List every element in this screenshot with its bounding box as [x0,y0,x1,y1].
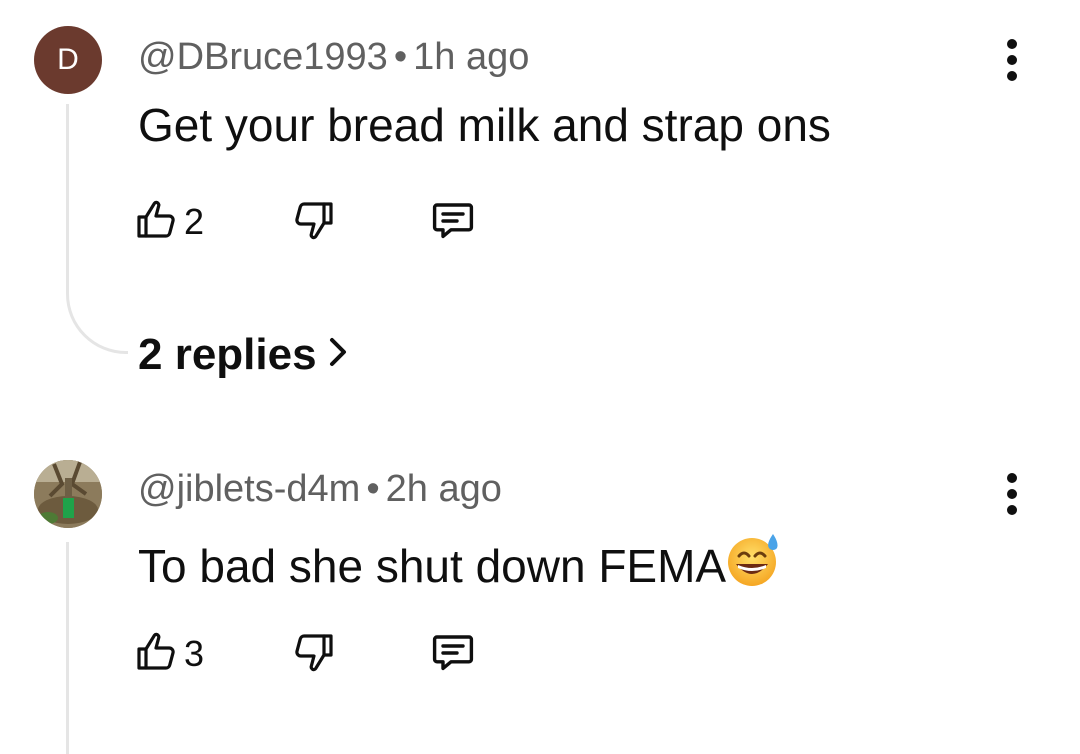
comment: D @DBruce1993 • 1h ago Get your bread milk… [0,0,1080,420]
thumbs-down-icon [290,196,338,249]
avatar[interactable] [34,460,102,528]
comment-icon [428,196,478,249]
username[interactable]: @jiblets-d4m [138,468,360,510]
reply-button[interactable] [428,626,478,682]
chevron-right-icon [317,330,349,380]
thumbs-up-icon [132,628,180,681]
thread-line [66,104,69,294]
timestamp: 2h ago [385,468,502,510]
more-options-icon[interactable] [996,464,1028,524]
like-button[interactable]: 2 [132,196,204,249]
comment-icon [428,628,478,681]
comment-actions: 2 [132,194,474,250]
more-options-icon[interactable] [996,30,1028,90]
thumbs-up-icon [132,196,180,249]
comment-actions: 3 [132,626,474,682]
dislike-button[interactable] [290,626,338,682]
comment-header: @jiblets-d4m • 2h ago [138,468,502,511]
reply-button[interactable] [428,194,478,250]
tree-photo-icon [34,460,102,528]
separator: • [393,36,408,78]
separator: • [366,468,380,510]
dislike-button[interactable] [290,194,338,250]
comment-body: To bad she shut down FEMA [138,539,727,592]
comment-text: To bad she shut down FEMA [138,532,782,599]
thread-connector [66,294,128,354]
comment: @jiblets-d4m • 2h ago To bad she shut down… [0,420,1080,754]
grinning-sweat-emoji-icon [726,532,782,599]
like-count: 2 [184,201,205,242]
comment-header: @DBruce1993 • 1h ago [138,36,529,79]
thumbs-down-icon [290,628,338,681]
username[interactable]: @DBruce1993 [138,36,388,78]
replies-count-label: 2 replies [138,330,317,379]
view-replies-button[interactable]: 2 replies [138,330,349,380]
like-count: 3 [184,633,205,674]
avatar-letter: D [57,43,79,76]
comment-body: Get your bread milk and strap ons [138,99,831,151]
comment-text: Get your bread milk and strap ons [138,98,831,152]
avatar[interactable]: D [34,26,102,94]
timestamp: 1h ago [413,36,530,78]
thread-line [66,542,69,754]
like-button[interactable]: 3 [132,628,204,681]
